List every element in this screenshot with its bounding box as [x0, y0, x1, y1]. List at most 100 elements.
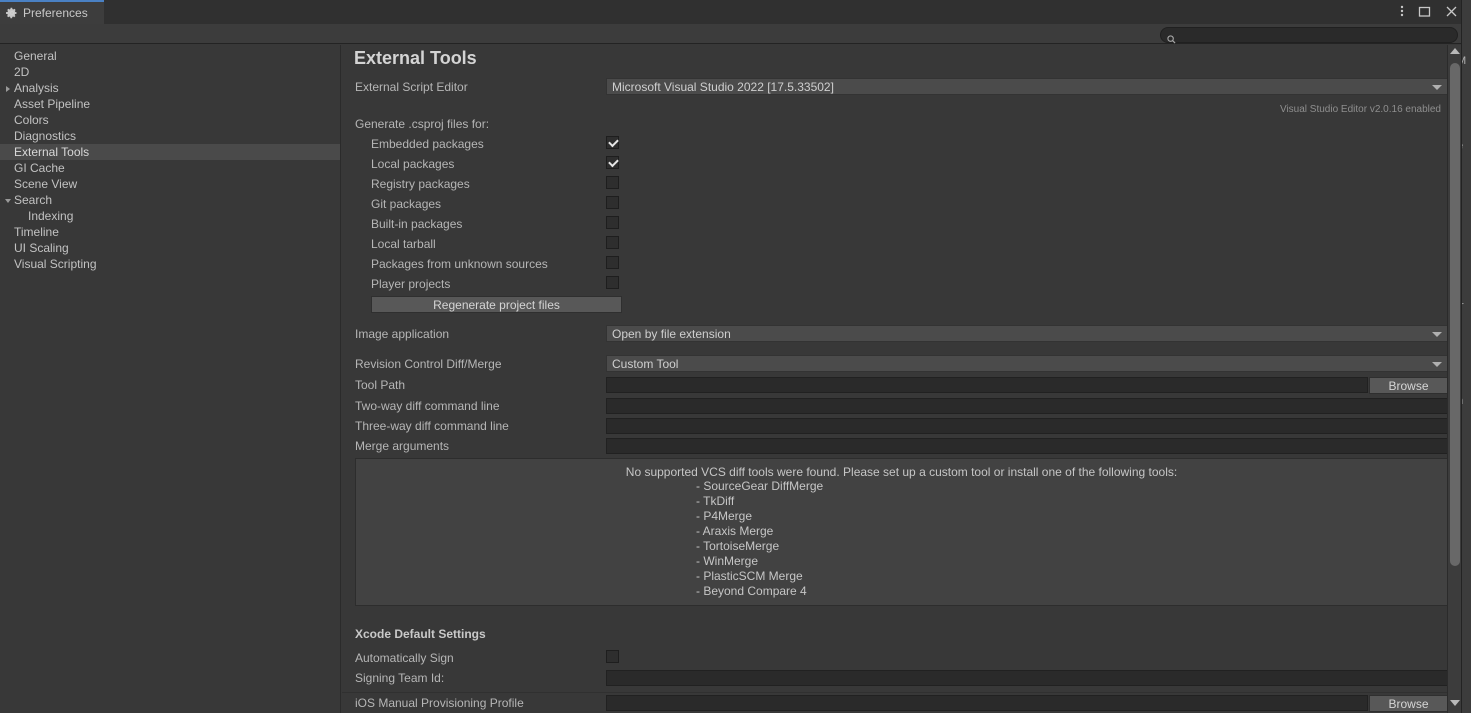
csproj-built-in-packages-label: Built-in packages	[371, 217, 463, 231]
sidebar-item-label: Analysis	[14, 81, 59, 95]
tab-preferences[interactable]: Preferences	[0, 0, 104, 24]
csproj-registry-packages-label: Registry packages	[371, 177, 470, 191]
csproj-embedded-packages-label: Embedded packages	[371, 137, 484, 151]
kebab-menu-icon[interactable]	[1400, 4, 1404, 20]
external-script-editor-dropdown[interactable]: Microsoft Visual Studio 2022 [17.5.33502…	[606, 78, 1448, 95]
sidebar-item-diagnostics[interactable]: Diagnostics	[0, 128, 340, 144]
csproj-packages-from-unknown-sources-checkbox[interactable]	[606, 256, 619, 269]
chevron-down-icon[interactable]	[3, 195, 13, 205]
row-signing-team-id: Signing Team Id:	[342, 670, 1448, 686]
merge-arguments-label: Merge arguments	[355, 439, 450, 453]
two-way-diff-label: Two-way diff command line	[355, 399, 500, 413]
csproj-local-tarball-label: Local tarball	[371, 237, 436, 251]
sidebar-item-label: Scene View	[14, 177, 78, 191]
maximize-icon[interactable]	[1418, 5, 1431, 20]
sidebar-item-colors[interactable]: Colors	[0, 112, 340, 128]
ios-provisioning-profile-label: iOS Manual Provisioning Profile	[355, 696, 524, 710]
chevron-down-icon	[1432, 85, 1442, 90]
ios-provisioning-profile-input[interactable]	[606, 695, 1368, 711]
sidebar-item-asset-pipeline[interactable]: Asset Pipeline	[0, 96, 340, 112]
vcs-tool-item: - TortoiseMerge	[696, 539, 780, 553]
row-two-way-diff: Two-way diff command line	[342, 398, 1448, 414]
window-titlebar: Preferences	[0, 0, 1461, 24]
csproj-player-projects-label: Player projects	[371, 277, 451, 291]
automatically-sign-label: Automatically Sign	[355, 651, 454, 665]
row-csproj-player-projects: Player projects	[342, 276, 1448, 292]
csproj-embedded-packages-checkbox[interactable]	[606, 136, 619, 149]
row-csproj-local-tarball: Local tarball	[342, 236, 1448, 252]
ios-provisioning-browse-button[interactable]: Browse	[1369, 695, 1448, 712]
two-way-diff-input[interactable]	[606, 398, 1448, 414]
external-script-editor-value: Microsoft Visual Studio 2022 [17.5.33502…	[612, 79, 834, 94]
vcs-tool-item: - Araxis Merge	[696, 524, 774, 538]
sidebar-item-label: Visual Scripting	[14, 257, 97, 271]
csproj-local-packages-label: Local packages	[371, 157, 455, 171]
search-input[interactable]	[1180, 28, 1451, 42]
csproj-packages-from-unknown-sources-label: Packages from unknown sources	[371, 257, 548, 271]
sidebar-item-label: GI Cache	[14, 161, 65, 175]
image-application-dropdown[interactable]: Open by file extension	[606, 325, 1448, 342]
sidebar-item-search[interactable]: Search	[0, 192, 340, 208]
csproj-local-tarball-checkbox[interactable]	[606, 236, 619, 249]
row-csproj-built-in-packages: Built-in packages	[342, 216, 1448, 232]
scroll-up-arrow-icon[interactable]	[1450, 48, 1460, 58]
vcs-tool-item: - PlasticSCM Merge	[696, 569, 803, 583]
automatically-sign-checkbox[interactable]	[606, 650, 619, 663]
vcs-tool-item: - Beyond Compare 4	[696, 584, 807, 598]
sidebar-item-label: General	[14, 49, 57, 63]
sidebar-item-label: UI Scaling	[14, 241, 69, 255]
sidebar-item-external-tools[interactable]: External Tools	[0, 144, 340, 160]
chevron-right-icon[interactable]	[3, 83, 13, 93]
signing-team-id-input[interactable]	[606, 670, 1448, 686]
sidebar-item-label: 2D	[14, 65, 30, 79]
tool-path-input[interactable]	[606, 377, 1368, 393]
sidebar-item-visual-scripting[interactable]: Visual Scripting	[0, 256, 340, 272]
settings-sidebar: General 2D Analysis Asset Pipeline Colors Dia…	[0, 45, 341, 713]
scrollbar-thumb[interactable]	[1450, 63, 1460, 566]
row-tool-path: Tool Path Browse	[342, 377, 1448, 394]
csproj-player-projects-checkbox[interactable]	[606, 276, 619, 289]
sidebar-item-label: Timeline	[14, 225, 59, 239]
regenerate-project-files-button[interactable]: Regenerate project files	[371, 296, 622, 313]
csproj-built-in-packages-checkbox[interactable]	[606, 216, 619, 229]
sidebar-item-indexing[interactable]: Indexing	[0, 208, 340, 224]
csproj-local-packages-checkbox[interactable]	[606, 156, 619, 169]
search-field[interactable]	[1160, 27, 1458, 44]
content-scrollbar[interactable]	[1447, 45, 1461, 713]
sidebar-item-general[interactable]: General	[0, 48, 340, 64]
row-csproj-local-packages: Local packages	[342, 156, 1448, 172]
three-way-diff-input[interactable]	[606, 418, 1448, 434]
sidebar-item-gi-cache[interactable]: GI Cache	[0, 160, 340, 176]
row-external-script-editor: External Script Editor Microsoft Visual …	[342, 78, 1448, 95]
close-icon[interactable]	[1445, 5, 1458, 20]
row-three-way-diff: Three-way diff command line	[342, 418, 1448, 434]
sidebar-item-timeline[interactable]: Timeline	[0, 224, 340, 240]
csproj-git-packages-checkbox[interactable]	[606, 196, 619, 209]
chevron-down-icon	[1432, 362, 1442, 367]
sidebar-item-analysis[interactable]: Analysis	[0, 80, 340, 96]
preferences-window: Preferences General 2D Analysis Asset Pi…	[0, 0, 1462, 713]
vcs-tool-item: - P4Merge	[696, 509, 753, 523]
page-title: External Tools	[354, 48, 477, 68]
signing-team-id-label: Signing Team Id:	[355, 671, 445, 685]
revision-control-value: Custom Tool	[612, 356, 679, 371]
external-script-editor-label: External Script Editor	[355, 80, 468, 94]
chevron-down-icon	[1432, 332, 1442, 337]
scroll-down-arrow-icon[interactable]	[1450, 700, 1460, 710]
merge-arguments-input[interactable]	[606, 438, 1448, 454]
row-csproj-header: Generate .csproj files for:	[342, 116, 1448, 132]
row-csproj-embedded-packages: Embedded packages	[342, 136, 1448, 152]
csproj-git-packages-label: Git packages	[371, 197, 442, 211]
sidebar-item-ui-scaling[interactable]: UI Scaling	[0, 240, 340, 256]
sidebar-item-label: Colors	[14, 113, 49, 127]
sidebar-item-2d[interactable]: 2D	[0, 64, 340, 80]
tab-label: Preferences	[23, 6, 88, 20]
sidebar-item-scene-view[interactable]: Scene View	[0, 176, 340, 192]
tool-path-browse-button[interactable]: Browse	[1369, 377, 1448, 394]
row-csproj-git-packages: Git packages	[342, 196, 1448, 212]
visual-studio-editor-note: Visual Studio Editor v2.0.16 enabled	[1279, 104, 1441, 115]
search-icon	[1167, 31, 1176, 44]
tool-path-label: Tool Path	[355, 378, 406, 392]
csproj-registry-packages-checkbox[interactable]	[606, 176, 619, 189]
revision-control-dropdown[interactable]: Custom Tool	[606, 355, 1448, 372]
